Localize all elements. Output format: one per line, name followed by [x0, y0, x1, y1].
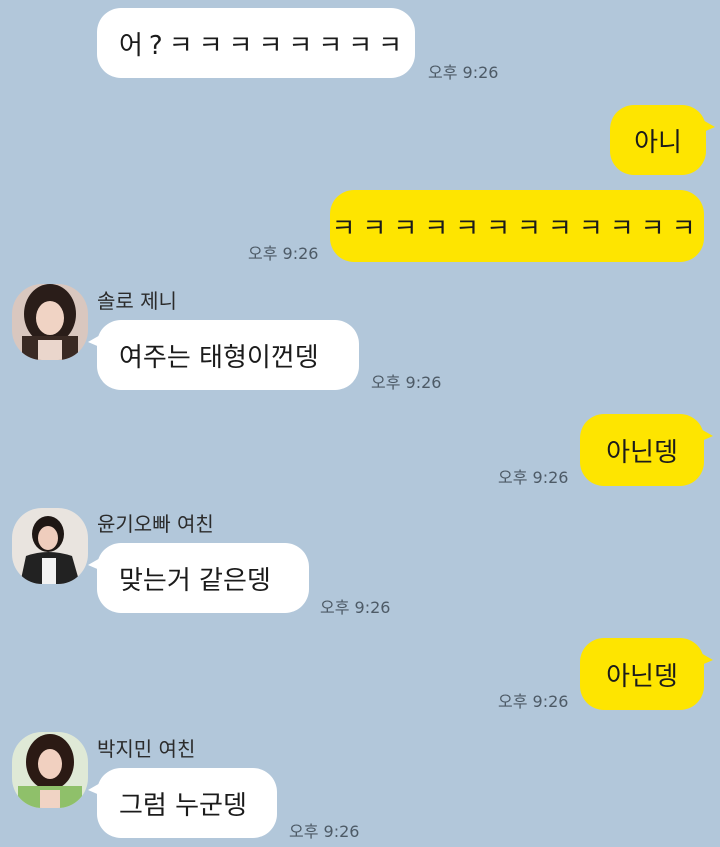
sent-message-bubble[interactable]: 아닌뎅: [580, 414, 713, 486]
message-time: 오후 9:26: [289, 822, 360, 841]
message-time: 오후 9:26: [371, 373, 442, 392]
message-text: ㅋㅋㅋㅋㅋㅋㅋㅋㅋㅋㅋㅋ: [331, 213, 703, 244]
message-time: 오후 9:26: [498, 692, 569, 711]
message-time: 오후 9:26: [498, 468, 569, 487]
message-text: 아닌뎅: [606, 437, 678, 468]
message-text: 여주는 태형이껀뎅: [119, 342, 319, 373]
message-text: 아닌뎅: [606, 661, 678, 692]
message-text: 어?ㅋㅋㅋㅋㅋㅋㅋㅋ: [119, 30, 409, 61]
sender-avatar[interactable]: [12, 508, 88, 584]
sender-avatar[interactable]: [12, 284, 88, 360]
message-time: 오후 9:26: [248, 244, 319, 263]
sent-message-bubble[interactable]: 아니: [610, 105, 715, 175]
avatar-photo-icon: [12, 732, 88, 808]
message-text: 그럼 누군뎅: [119, 790, 247, 821]
sender-name: 솔로 제니: [97, 289, 177, 313]
chat-room: 어?ㅋㅋㅋㅋㅋㅋㅋㅋ 오후 9:26 아니 ㅋㅋㅋㅋㅋㅋㅋㅋㅋㅋㅋㅋ 오후 9:…: [0, 0, 720, 847]
sent-message-bubble[interactable]: ㅋㅋㅋㅋㅋㅋㅋㅋㅋㅋㅋㅋ: [330, 190, 704, 262]
sent-message-bubble[interactable]: 아닌뎅: [580, 638, 713, 710]
avatar-photo-icon: [12, 508, 88, 584]
message-text: 맞는거 같은뎅: [119, 565, 271, 596]
sender-name: 윤기오빠 여친: [97, 512, 214, 536]
message-time: 오후 9:26: [320, 598, 391, 617]
sender-name: 박지민 여친: [97, 737, 196, 761]
received-message-bubble[interactable]: 여주는 태형이껀뎅: [88, 320, 359, 390]
received-message-bubble[interactable]: 어?ㅋㅋㅋㅋㅋㅋㅋㅋ: [97, 8, 415, 78]
received-message-bubble[interactable]: 맞는거 같은뎅: [88, 543, 309, 613]
sender-avatar[interactable]: [12, 732, 88, 808]
message-time: 오후 9:26: [428, 63, 499, 82]
message-text: 아니: [634, 127, 682, 158]
received-message-bubble[interactable]: 그럼 누군뎅: [88, 768, 277, 838]
avatar-photo-icon: [12, 284, 88, 360]
